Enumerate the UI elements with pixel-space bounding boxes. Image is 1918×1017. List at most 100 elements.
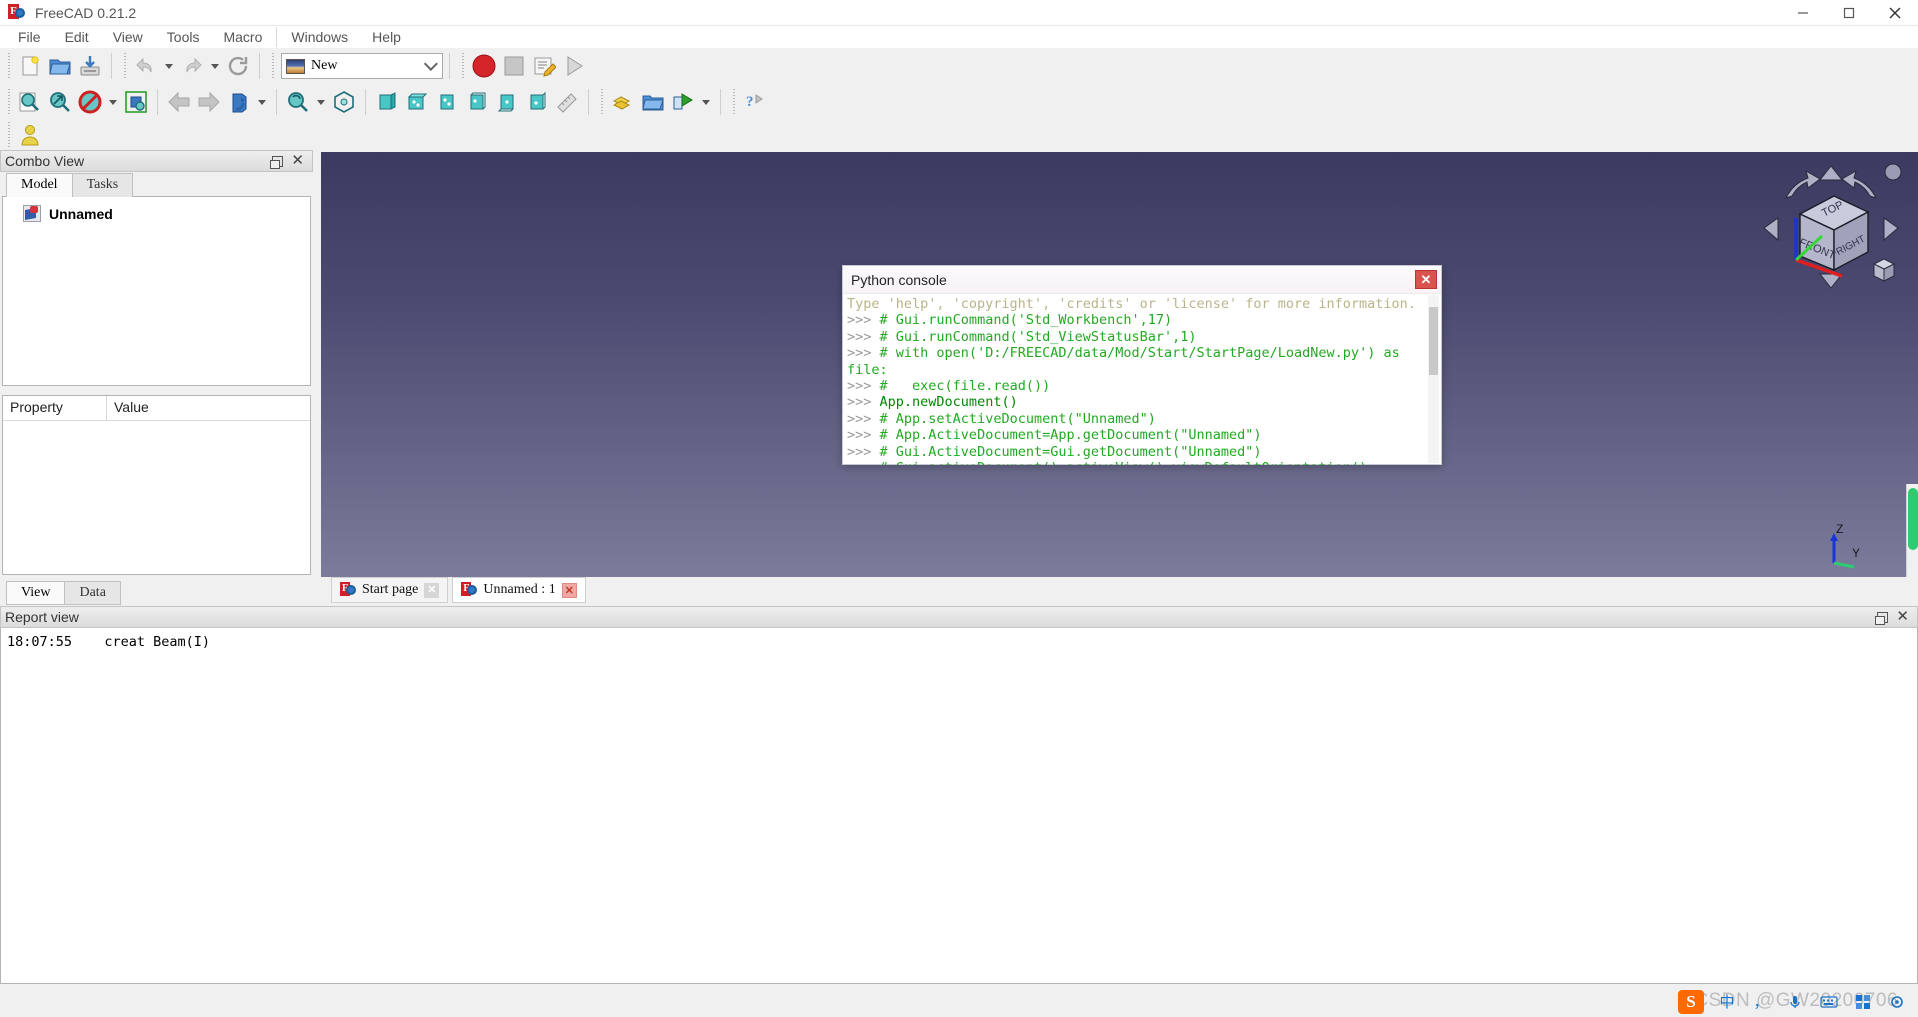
console-prompt: >>>: [847, 443, 872, 460]
chinese-input-icon[interactable]: 中: [1716, 991, 1738, 1013]
freecad-icon: F: [8, 4, 25, 21]
forward-icon[interactable]: [194, 87, 224, 117]
tab-model[interactable]: Model: [6, 173, 73, 197]
sync-view-icon[interactable]: [283, 87, 313, 117]
undock-icon[interactable]: [270, 155, 284, 169]
tab-view[interactable]: View: [6, 581, 66, 605]
top-view-icon[interactable]: [402, 87, 432, 117]
link-dropdown-icon[interactable]: [698, 87, 714, 117]
python-console-output[interactable]: Type 'help', 'copyright', 'credits' or '…: [843, 294, 1441, 465]
refresh-icon[interactable]: [223, 51, 253, 81]
create-part-icon[interactable]: [608, 87, 638, 117]
soft-keyboard-icon[interactable]: [1818, 991, 1840, 1013]
menu-view[interactable]: View: [101, 26, 155, 48]
bottom-view-icon[interactable]: [492, 87, 522, 117]
bounding-box-icon[interactable]: [121, 87, 151, 117]
toolbar-grip[interactable]: [598, 89, 605, 115]
toolbar-grip[interactable]: [269, 53, 276, 79]
toolbar-separator: [276, 89, 277, 115]
toolbar-grip[interactable]: [5, 89, 12, 115]
workbench-selector[interactable]: New: [281, 53, 443, 79]
menu-file[interactable]: File: [6, 26, 53, 48]
viewport-scrollbar[interactable]: [1906, 484, 1918, 577]
toolbar-grip[interactable]: [121, 53, 128, 79]
toolbar-grip[interactable]: [5, 122, 12, 148]
python-console-scrollbar[interactable]: [1428, 295, 1439, 463]
menu-windows[interactable]: Windows: [279, 26, 360, 48]
toolbar-separator: [365, 89, 366, 115]
settings-icon[interactable]: [1886, 991, 1908, 1013]
save-document-icon[interactable]: [75, 51, 105, 81]
python-console-close-button[interactable]: ✕: [1415, 270, 1437, 289]
python-console-window[interactable]: Python console ✕ Type 'help', 'copyright…: [842, 265, 1442, 465]
menu-edit[interactable]: Edit: [53, 26, 101, 48]
new-document-icon[interactable]: [15, 51, 45, 81]
isometric-view-icon[interactable]: [224, 87, 254, 117]
sogou-ime-icon[interactable]: S: [1678, 989, 1704, 1014]
menu-macro[interactable]: Macro: [211, 26, 274, 48]
person-icon[interactable]: [15, 120, 45, 150]
tab-close-icon[interactable]: ✕: [424, 582, 440, 598]
front-view-icon[interactable]: [372, 87, 402, 117]
back-icon[interactable]: [164, 87, 194, 117]
python-console-title-bar: Python console ✕: [843, 266, 1441, 294]
report-entry: 18:07:55 creat Beam(I): [7, 634, 1917, 650]
toolbar-row-2: ?: [0, 84, 1918, 120]
console-text: # Gui.runCommand('Std_ViewStatusBar',1): [879, 328, 1197, 345]
draw-style-dropdown-icon[interactable]: [105, 87, 121, 117]
undo-dropdown-icon[interactable]: [161, 51, 177, 81]
open-document-icon[interactable]: [45, 51, 75, 81]
model-tree[interactable]: Unnamed: [2, 196, 311, 386]
report-view-content[interactable]: 18:07:55 creat Beam(I): [0, 628, 1918, 984]
tab-close-icon[interactable]: ✕: [561, 582, 577, 598]
chevron-down-icon[interactable]: [423, 56, 438, 71]
minimize-button[interactable]: [1780, 0, 1826, 26]
scrollbar-thumb[interactable]: [1908, 488, 1918, 550]
close-icon[interactable]: ✕: [1896, 609, 1909, 624]
create-group-icon[interactable]: [638, 87, 668, 117]
navigation-cube[interactable]: TOP FRONT RIGHT: [1756, 160, 1906, 305]
toolbar-grip[interactable]: [730, 89, 737, 115]
menu-tools[interactable]: Tools: [155, 26, 212, 48]
macro-execute-icon[interactable]: [559, 51, 589, 81]
toolbar-grip[interactable]: [459, 53, 466, 79]
voice-input-icon[interactable]: [1784, 991, 1806, 1013]
undock-icon[interactable]: [1875, 611, 1889, 625]
menu-help[interactable]: Help: [360, 26, 413, 48]
window-controls: [1780, 0, 1918, 26]
axis-indicator: Z Y: [1820, 513, 1876, 569]
tree-item-unnamed[interactable]: Unnamed: [3, 203, 310, 224]
macro-record-icon[interactable]: [469, 51, 499, 81]
measure-icon[interactable]: [552, 87, 582, 117]
right-view-icon[interactable]: [432, 87, 462, 117]
punctuation-icon[interactable]: ，: [1750, 991, 1772, 1013]
fit-all-icon[interactable]: [15, 87, 45, 117]
left-view-icon[interactable]: [522, 87, 552, 117]
scrollbar-thumb[interactable]: [1429, 307, 1438, 375]
sync-view-dropdown-icon[interactable]: [313, 87, 329, 117]
tab-start-page[interactable]: F Start page ✕: [331, 577, 449, 603]
fit-selection-icon[interactable]: [45, 87, 75, 117]
console-line: >>> # App.setActiveDocument("Unnamed"): [847, 411, 1441, 427]
close-button[interactable]: [1872, 0, 1918, 26]
undo-icon[interactable]: [131, 51, 161, 81]
redo-dropdown-icon[interactable]: [207, 51, 223, 81]
property-editor[interactable]: Property Value: [2, 395, 311, 575]
redo-icon[interactable]: [177, 51, 207, 81]
document-icon: [23, 205, 41, 222]
isometric-dropdown-icon[interactable]: [254, 87, 270, 117]
rear-view-icon[interactable]: [462, 87, 492, 117]
close-icon[interactable]: ✕: [291, 153, 304, 168]
tab-tasks[interactable]: Tasks: [71, 173, 134, 197]
toolbox-icon[interactable]: [1852, 991, 1874, 1013]
whats-this-icon[interactable]: ?: [740, 87, 770, 117]
draw-style-icon[interactable]: [75, 87, 105, 117]
macro-edit-icon[interactable]: [529, 51, 559, 81]
link-icon[interactable]: [668, 87, 698, 117]
maximize-button[interactable]: [1826, 0, 1872, 26]
toolbar-grip[interactable]: [5, 53, 12, 79]
macro-stop-icon[interactable]: [499, 51, 529, 81]
tab-data[interactable]: Data: [64, 581, 121, 605]
axonometric-view-icon[interactable]: [329, 87, 359, 117]
tab-unnamed-1[interactable]: F Unnamed : 1 ✕: [452, 577, 586, 603]
